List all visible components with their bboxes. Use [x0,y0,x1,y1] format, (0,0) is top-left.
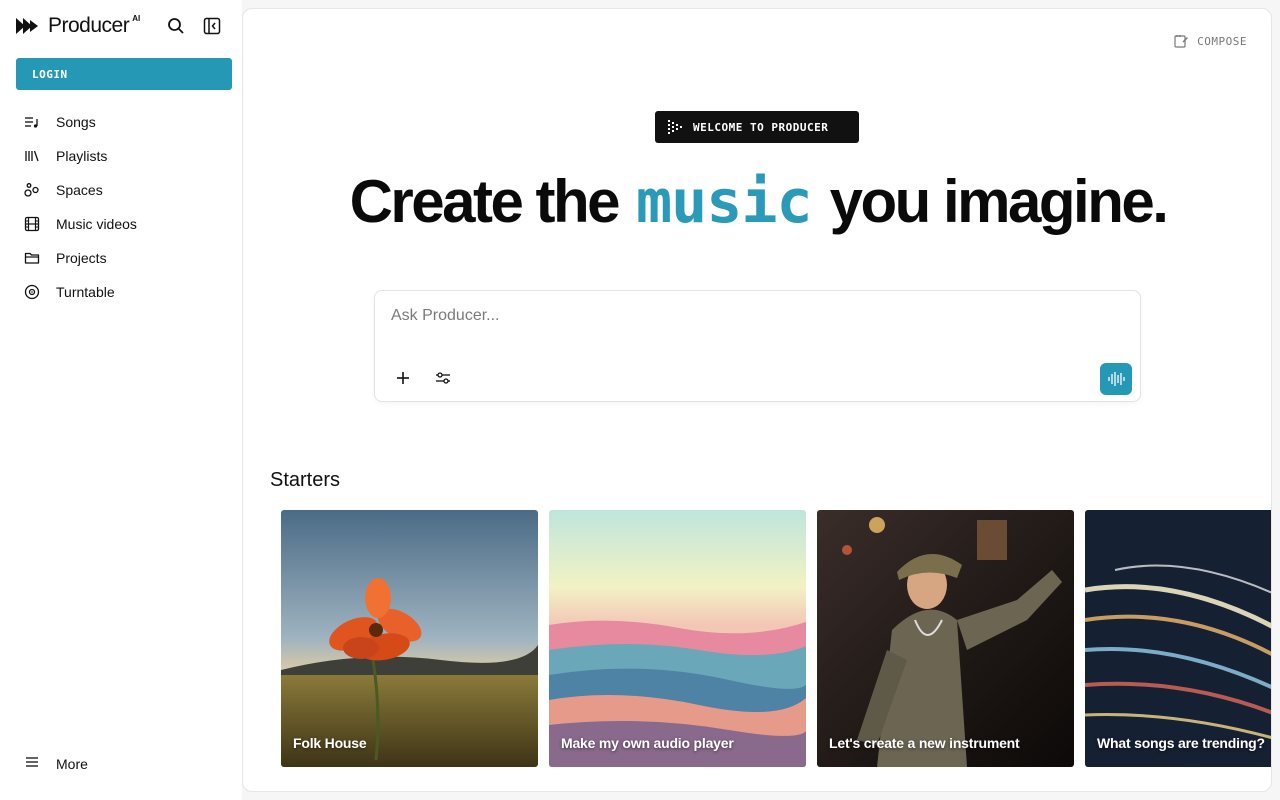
sidebar-item-playlists[interactable]: Playlists [16,139,232,173]
starter-card-label: What songs are trending? [1097,735,1265,751]
sidebar-item-music-videos[interactable]: Music videos [16,207,232,241]
collapse-sidebar-button[interactable] [202,16,222,36]
producer-logo-icon [668,120,682,134]
collapse-sidebar-icon [203,17,221,35]
pastel-landscape-image [549,510,806,767]
brand-name: Producer [48,14,130,37]
dancer-photo-image [817,510,1074,767]
starter-card-trending[interactable]: What songs are trending? [1085,510,1271,767]
sidebar-item-label: Music videos [56,216,137,232]
voice-button[interactable] [1100,363,1132,395]
compose-button[interactable]: COMPOSE [1173,33,1247,49]
sidebar-item-label: Songs [56,114,96,130]
sidebar-nav: Songs Playlists Spaces Music videos Proj… [16,105,232,309]
sidebar-item-spaces[interactable]: Spaces [16,173,232,207]
prompt-box [374,290,1141,402]
starter-card-audio-player[interactable]: Make my own audio player [549,510,806,767]
film-icon [24,216,40,232]
search-button[interactable] [166,16,186,36]
sidebar-item-label: Turntable [56,284,115,300]
headline-accent: music [636,167,813,237]
starters-heading: Starters [270,469,341,491]
spaces-icon [24,182,40,198]
folder-icon [24,250,40,266]
starter-card-new-instrument[interactable]: Let's create a new instrument [817,510,1074,767]
starter-card-label: Folk House [293,735,367,751]
welcome-label: WELCOME TO PRODUCER [693,120,829,134]
page-title: Create the music you imagine. [243,167,1271,237]
starter-card-folk-house[interactable]: Folk House [281,510,538,767]
sidebar-item-projects[interactable]: Projects [16,241,232,275]
login-button[interactable]: LOGIN [16,58,232,90]
plus-icon [397,372,409,384]
sliders-icon [436,372,450,384]
compose-icon [1174,35,1189,48]
sidebar: Producer AI LOGIN Songs Playlists Spaces [0,0,242,800]
sidebar-item-turntable[interactable]: Turntable [16,275,232,309]
welcome-badge: WELCOME TO PRODUCER [655,111,859,143]
producer-logo-icon [16,18,38,34]
starters-carousel: Folk House Make my own audio player Let'… [281,510,1271,767]
sidebar-item-songs[interactable]: Songs [16,105,232,139]
sidebar-item-label: Playlists [56,148,108,164]
brand-sup: AI [132,13,141,23]
sidebar-item-label: Projects [56,250,107,266]
headline-after: you imagine. [829,168,1169,235]
menu-icon [24,754,40,775]
waveform-icon [1108,372,1125,386]
more-button[interactable]: More [16,747,88,781]
playlists-icon [24,148,40,164]
flower-field-image [281,510,538,767]
starter-card-label: Make my own audio player [561,735,734,751]
settings-button[interactable] [431,366,455,390]
compose-label: COMPOSE [1197,34,1247,48]
turntable-icon [24,284,40,300]
main-panel: COMPOSE WELCOME TO PRODUCER Create the mu… [242,8,1272,792]
brand-logo[interactable]: Producer AI [16,14,140,38]
sidebar-item-label: Spaces [56,182,103,198]
songs-icon [24,114,40,130]
light-trails-image [1085,510,1271,767]
search-icon [168,18,184,34]
headline-before: Create the [349,168,621,235]
prompt-input[interactable] [391,307,1091,325]
more-label: More [56,756,88,772]
starter-card-label: Let's create a new instrument [829,735,1020,751]
attach-button[interactable] [391,366,415,390]
